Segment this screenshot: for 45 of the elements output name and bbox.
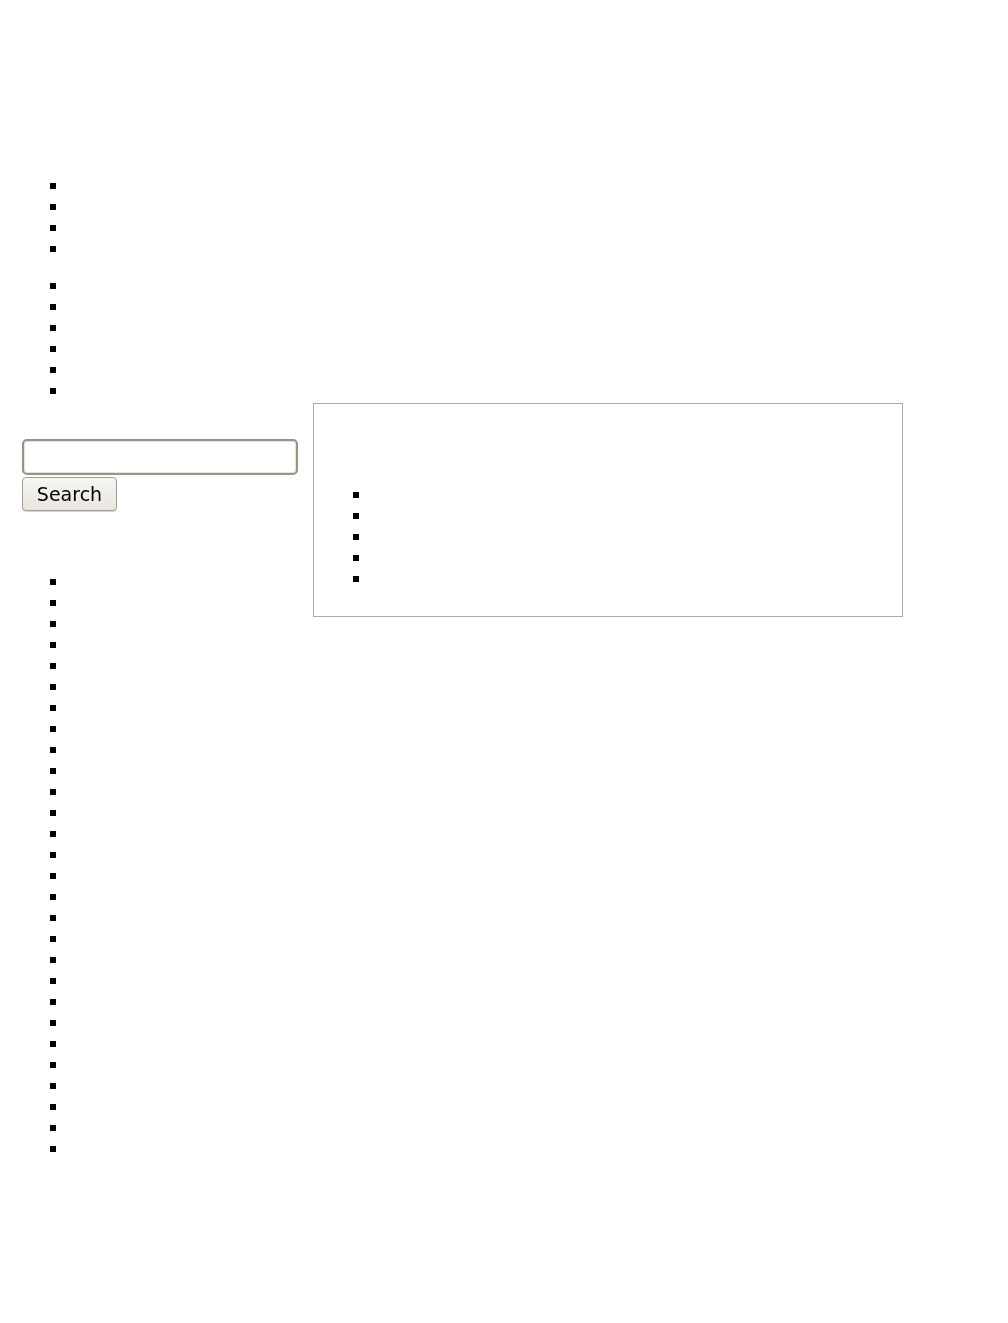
bullet-icon [50, 304, 56, 310]
bullet-icon [50, 246, 56, 252]
bullet-icon [50, 852, 56, 858]
bullet-icon [50, 325, 56, 331]
bullet-icon [353, 513, 359, 519]
bullet-icon [353, 555, 359, 561]
bullet-icon [353, 492, 359, 498]
bullet-icon [50, 957, 56, 963]
bullet-icon [50, 747, 56, 753]
bullet-icon [50, 283, 56, 289]
bullet-icon [50, 367, 56, 373]
bullet-icon [50, 1104, 56, 1110]
bullet-icon [50, 1062, 56, 1068]
search-field[interactable] [22, 439, 298, 475]
search-button[interactable]: Search [22, 477, 117, 511]
bullet-icon [50, 894, 56, 900]
bullet-icon [50, 810, 56, 816]
bullet-icon [50, 726, 56, 732]
bullet-icon [50, 388, 56, 394]
bullet-icon [50, 346, 56, 352]
bullet-icon [50, 705, 56, 711]
bullet-icon [50, 1041, 56, 1047]
bullet-icon [50, 978, 56, 984]
bullet-icon [50, 915, 56, 921]
bullet-icon [50, 621, 56, 627]
bullet-icon [353, 576, 359, 582]
bullet-icon [50, 936, 56, 942]
bullet-icon [353, 534, 359, 540]
bullet-icon [50, 873, 56, 879]
bullet-icon [50, 663, 56, 669]
bullet-icon [50, 579, 56, 585]
bullet-icon [50, 204, 56, 210]
bullet-icon [50, 831, 56, 837]
bullet-icon [50, 768, 56, 774]
bullet-icon [50, 225, 56, 231]
bullet-icon [50, 1083, 56, 1089]
bullet-icon [50, 1020, 56, 1026]
bullet-icon [50, 1146, 56, 1152]
bullet-icon [50, 183, 56, 189]
bullet-icon [50, 600, 56, 606]
bullet-icon [50, 999, 56, 1005]
bullet-icon [50, 684, 56, 690]
bullet-icon [50, 789, 56, 795]
bullet-icon [50, 642, 56, 648]
bullet-icon [50, 1125, 56, 1131]
